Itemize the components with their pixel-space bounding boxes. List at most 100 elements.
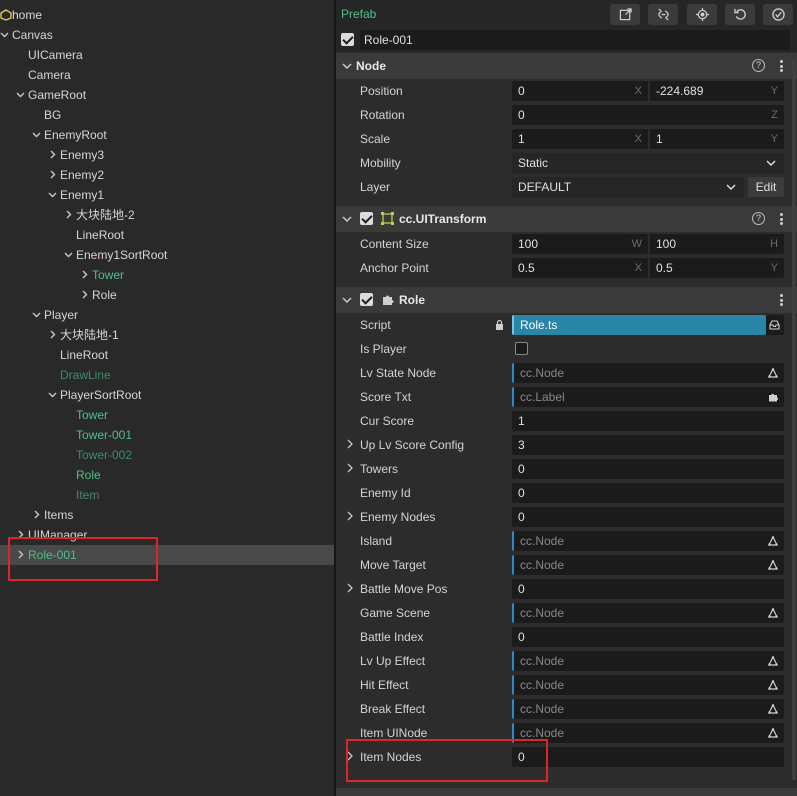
tree-row[interactable]: Canvas: [0, 25, 334, 45]
role-enabled-checkbox[interactable]: [360, 293, 373, 306]
number-field[interactable]: 3: [512, 435, 784, 455]
number-field[interactable]: 0: [512, 459, 784, 479]
number-field[interactable]: 0: [512, 579, 784, 599]
tree-row[interactable]: UICamera: [0, 45, 334, 65]
node-name-field[interactable]: Role-001: [360, 30, 790, 50]
unlink-prefab-button[interactable]: [648, 4, 678, 25]
more-menu-icon[interactable]: [780, 294, 783, 306]
tree-row[interactable]: 大块陆地-2: [0, 205, 334, 225]
is-player-checkbox[interactable]: [515, 342, 528, 355]
chevron-right-icon[interactable]: [15, 545, 25, 565]
chevron-right-icon[interactable]: [346, 511, 354, 521]
chevron-down-icon[interactable]: [31, 305, 41, 325]
chevron-down-icon[interactable]: [15, 85, 25, 105]
scale-x-field[interactable]: 1X: [512, 129, 648, 149]
object-ref-field[interactable]: cc.Label: [512, 387, 784, 407]
tree-row[interactable]: PlayerSortRoot: [0, 385, 334, 405]
object-ref-field[interactable]: cc.Node: [512, 699, 784, 719]
mobility-select[interactable]: Static: [512, 153, 784, 173]
object-ref-field[interactable]: cc.Node: [512, 531, 784, 551]
tree-row[interactable]: Role: [0, 285, 334, 305]
tree-row[interactable]: Role: [0, 465, 334, 485]
anchor-y-field[interactable]: 0.5 Y: [650, 258, 784, 278]
tree-row[interactable]: UIManager: [0, 525, 334, 545]
chevron-down-icon[interactable]: [47, 185, 57, 205]
chevron-right-icon[interactable]: [346, 439, 354, 449]
chevron-down-icon[interactable]: [63, 245, 73, 265]
tree-row[interactable]: Enemy3: [0, 145, 334, 165]
tree-row[interactable]: Camera: [0, 65, 334, 85]
chevron-down-icon[interactable]: [31, 125, 41, 145]
tree-row[interactable]: Player: [0, 305, 334, 325]
anchor-x-field[interactable]: 0.5 X: [512, 258, 648, 278]
tree-row[interactable]: Tower: [0, 405, 334, 425]
open-script-button[interactable]: [766, 315, 784, 335]
object-ref-field[interactable]: cc.Node: [512, 723, 784, 743]
tree-row[interactable]: Enemy2: [0, 165, 334, 185]
object-ref-field[interactable]: cc.Node: [512, 651, 784, 671]
chevron-down-icon[interactable]: [47, 385, 57, 405]
open-prefab-button[interactable]: [610, 4, 640, 25]
help-icon[interactable]: ?: [752, 59, 765, 72]
object-ref-field[interactable]: cc.Node: [512, 363, 784, 383]
locate-button[interactable]: [687, 4, 717, 25]
node-section-header[interactable]: Node ?: [336, 53, 797, 79]
next-section-header[interactable]: [336, 788, 797, 796]
chevron-right-icon[interactable]: [47, 145, 57, 165]
tree-row[interactable]: BG: [0, 105, 334, 125]
tree-row[interactable]: GameRoot: [0, 85, 334, 105]
node-active-checkbox[interactable]: [341, 33, 354, 46]
tree-row[interactable]: EnemyRoot: [0, 125, 334, 145]
tree-row[interactable]: Role-001: [0, 545, 334, 565]
chevron-right-icon[interactable]: [346, 583, 354, 593]
tree-row[interactable]: Enemy1SortRoot: [0, 245, 334, 265]
chevron-right-icon[interactable]: [346, 751, 354, 761]
object-ref-field[interactable]: cc.Node: [512, 555, 784, 575]
tree-row[interactable]: LineRoot: [0, 345, 334, 365]
chevron-down-icon[interactable]: [0, 25, 9, 45]
chevron-right-icon[interactable]: [47, 165, 57, 185]
number-field[interactable]: 1: [512, 411, 784, 431]
scale-y-field[interactable]: 1Y: [650, 129, 784, 149]
more-menu-icon[interactable]: [780, 60, 783, 72]
position-y-field[interactable]: -224.689 Y: [650, 81, 784, 101]
chevron-right-icon[interactable]: [47, 325, 57, 345]
content-size-w-field[interactable]: 100 W: [512, 234, 648, 254]
apply-button[interactable]: [763, 4, 793, 25]
layer-edit-button[interactable]: Edit: [748, 177, 784, 197]
tree-row[interactable]: DrawLine: [0, 365, 334, 385]
content-size-h-field[interactable]: 100 H: [650, 234, 784, 254]
number-field[interactable]: 0: [512, 483, 784, 503]
number-field[interactable]: 0: [512, 747, 784, 767]
chevron-right-icon[interactable]: [346, 463, 354, 473]
number-field[interactable]: 0: [512, 507, 784, 527]
layer-select[interactable]: DEFAULT: [512, 177, 744, 197]
position-x-field[interactable]: 0X: [512, 81, 648, 101]
chevron-right-icon[interactable]: [79, 265, 89, 285]
object-ref-field[interactable]: cc.Node: [512, 675, 784, 695]
revert-button[interactable]: [725, 4, 755, 25]
chevron-right-icon[interactable]: [79, 285, 89, 305]
uitransform-enabled-checkbox[interactable]: [360, 212, 373, 225]
inspector-scrollbar[interactable]: [792, 60, 796, 780]
tree-row[interactable]: Item: [0, 485, 334, 505]
chevron-right-icon[interactable]: [15, 525, 25, 545]
more-menu-icon[interactable]: [780, 213, 783, 225]
object-ref-field[interactable]: cc.Node: [512, 603, 784, 623]
tree-row[interactable]: Enemy1: [0, 185, 334, 205]
uitransform-section-header[interactable]: cc.UITransform ?: [336, 206, 797, 232]
help-icon[interactable]: ?: [752, 212, 765, 225]
tree-row[interactable]: 大块陆地-1: [0, 325, 334, 345]
role-section-header[interactable]: Role: [336, 287, 797, 313]
chevron-right-icon[interactable]: [63, 205, 73, 225]
tree-row[interactable]: Tower-001: [0, 425, 334, 445]
tree-row[interactable]: Tower-002: [0, 445, 334, 465]
tree-row[interactable]: Tower: [0, 265, 334, 285]
number-field[interactable]: 0: [512, 627, 784, 647]
tree-row[interactable]: home: [0, 5, 334, 25]
tree-row[interactable]: Items: [0, 505, 334, 525]
script-field[interactable]: Role.ts: [512, 315, 766, 335]
rotation-z-field[interactable]: 0Z: [512, 105, 784, 125]
tree-row[interactable]: LineRoot: [0, 225, 334, 245]
chevron-right-icon[interactable]: [31, 505, 41, 525]
